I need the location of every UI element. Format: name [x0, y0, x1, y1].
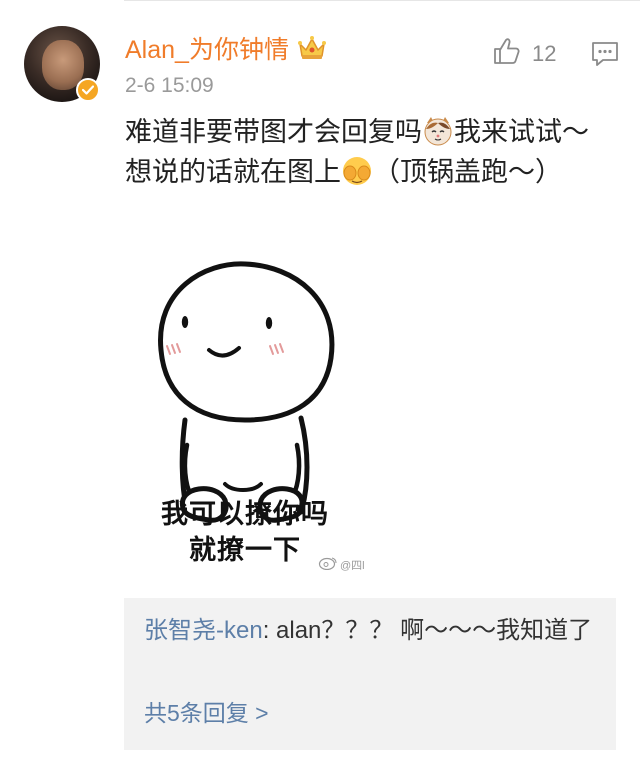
- watermark-text: @四l: [340, 559, 365, 572]
- like-button[interactable]: 12: [492, 36, 556, 72]
- reply-separator: :: [262, 617, 277, 644]
- verified-badge-icon: [76, 78, 100, 102]
- reply-preview[interactable]: 张智尧-ken: alan？？？ 啊～～～我知道了 共5条回复 >: [124, 598, 616, 750]
- view-all-replies-link[interactable]: 共5条回复 >: [144, 694, 269, 728]
- timestamp: 2-6 15:09: [125, 74, 214, 97]
- comment-text-part1: 难道非要带图才会回复吗: [125, 117, 422, 147]
- username[interactable]: Alan_为你钟情: [125, 30, 327, 66]
- top-divider: [124, 0, 640, 1]
- username-text[interactable]: Alan_为你钟情: [125, 30, 289, 66]
- reply-content: alan？？？ 啊～～～我知道了: [276, 617, 593, 644]
- thumbs-up-icon: [492, 36, 522, 72]
- vip-crown-icon: [297, 35, 327, 61]
- like-count: 12: [532, 41, 557, 66]
- watermark: @四l: [318, 556, 365, 573]
- sticker-caption-line1: 我可以撩你吗: [161, 499, 329, 529]
- comment-text-part3: （顶锅盖跑～）: [373, 157, 562, 187]
- reply-text: 张智尧-ken: alan？？？ 啊～～～我知道了: [144, 612, 599, 650]
- weibo-logo-icon: [318, 556, 338, 573]
- comment-text: 难道非要带图才会回复吗 我来试试～想说的话就在图上 （顶锅盖跑～）: [125, 112, 605, 192]
- reply-username[interactable]: 张智尧-ken: [144, 617, 263, 644]
- reply-button[interactable]: [590, 40, 620, 73]
- comment-icon: [590, 42, 620, 72]
- cat-emoji-icon: [422, 115, 454, 147]
- covering-face-emoji-icon: [341, 155, 373, 187]
